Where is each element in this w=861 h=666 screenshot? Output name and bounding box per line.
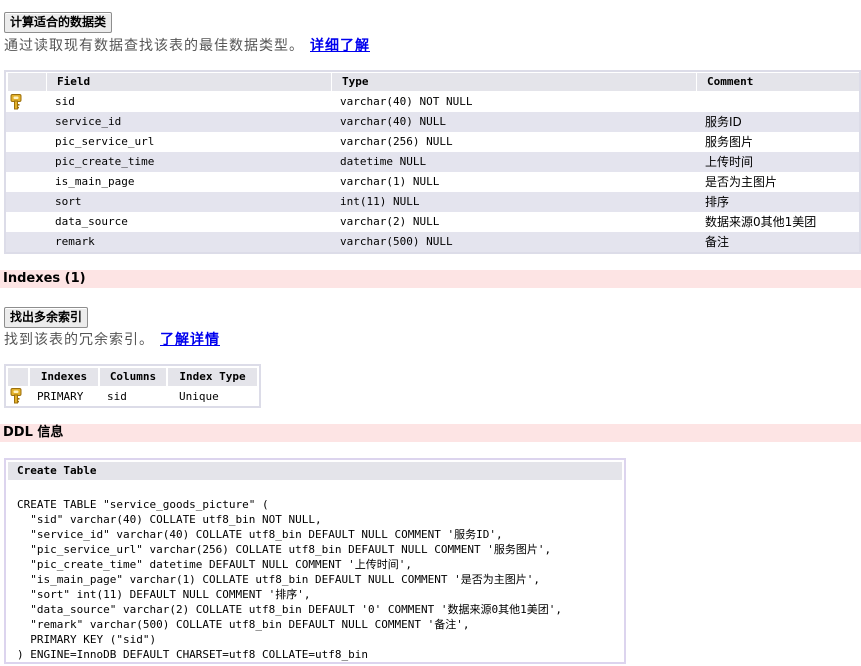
field-type-cell: varchar(500) NULL [340, 235, 453, 248]
index-key-column-header [8, 368, 28, 386]
indexes-table: Indexes Columns Index Type PRIMARY sid U… [4, 364, 261, 408]
index-columns-column-header: Columns [100, 368, 166, 386]
redundant-description: 找到该表的冗余索引。 了解详情 [4, 329, 220, 349]
fields-table-header: Field Type Comment [6, 72, 859, 92]
field-row: is_main_page varchar(1) NULL 是否为主图片 [6, 172, 859, 192]
optimize-description-text: 通过读取现有数据查找该表的最佳数据类型。 [4, 38, 304, 54]
field-column-header: Field [47, 73, 331, 91]
field-row: pic_service_url varchar(256) NULL 服务图片 [6, 132, 859, 152]
field-comment-cell: 数据来源0其他1美团 [705, 215, 817, 229]
field-comment-cell: 服务图片 [705, 135, 754, 149]
type-column-header: Type [332, 73, 696, 91]
field-name-cell: service_id [55, 115, 122, 128]
redundant-description-text: 找到该表的冗余索引。 [4, 332, 154, 348]
field-name-cell: pic_create_time [55, 155, 155, 168]
redundant-learn-more-link[interactable]: 了解详情 [160, 332, 220, 348]
field-type-cell: varchar(40) NOT NULL [340, 95, 473, 108]
field-comment-cell: 服务ID [705, 115, 742, 129]
field-name-cell: pic_service_url [55, 135, 155, 148]
field-type-cell: varchar(256) NULL [340, 135, 453, 148]
comment-column-header: Comment [697, 73, 859, 91]
index-columns-cell: sid [107, 390, 127, 403]
primary-key-icon [10, 94, 22, 110]
ddl-panel: Create Table CREATE TABLE "service_goods… [4, 458, 626, 664]
calc-data-type-button[interactable]: 计算适合的数据类 [4, 12, 113, 33]
field-type-cell: datetime NULL [340, 155, 427, 168]
index-type-column-header: Index Type [168, 368, 257, 386]
index-name-cell: PRIMARY [37, 390, 84, 403]
field-row: pic_create_time datetime NULL 上传时间 [6, 152, 859, 172]
index-name-column-header: Indexes [30, 368, 98, 386]
optimize-learn-more-link[interactable]: 详细了解 [310, 38, 370, 54]
field-name-cell: data_source [55, 215, 128, 228]
ddl-header: Create Table [8, 462, 622, 480]
field-type-cell: varchar(1) NULL [340, 175, 440, 188]
ddl-section-title: DDL 信息 [0, 424, 861, 442]
find-redundant-index-button[interactable]: 找出多余索引 [4, 307, 89, 328]
field-type-cell: varchar(2) NULL [340, 215, 440, 228]
ddl-code: CREATE TABLE "service_goods_picture" ( "… [17, 498, 562, 661]
optimize-description: 通过读取现有数据查找该表的最佳数据类型。 详细了解 [4, 35, 370, 55]
key-column-header [8, 73, 46, 91]
index-type-cell: Unique [179, 390, 219, 403]
field-row: sort int(11) NULL 排序 [6, 192, 859, 212]
field-comment-cell: 上传时间 [705, 155, 754, 169]
field-row: remark varchar(500) NULL 备注 [6, 232, 859, 252]
field-row: service_id varchar(40) NULL 服务ID [6, 112, 859, 132]
field-name-cell: is_main_page [55, 175, 135, 188]
field-comment-cell: 是否为主图片 [705, 175, 778, 189]
fields-table: Field Type Comment sid varchar(40) NOT NU… [4, 70, 861, 254]
field-type-cell: int(11) NULL [340, 195, 420, 208]
field-type-cell: varchar(40) NULL [340, 115, 446, 128]
field-name-cell: sid [55, 95, 75, 108]
field-row: data_source varchar(2) NULL 数据来源0其他1美团 [6, 212, 859, 232]
primary-key-icon [10, 388, 22, 404]
field-name-cell: sort [55, 195, 82, 208]
field-name-cell: remark [55, 235, 95, 248]
field-comment-cell: 备注 [705, 235, 730, 249]
indexes-section-title: Indexes (1) [0, 270, 861, 288]
field-comment-cell: 排序 [705, 195, 730, 209]
field-row: sid varchar(40) NOT NULL [6, 92, 859, 112]
